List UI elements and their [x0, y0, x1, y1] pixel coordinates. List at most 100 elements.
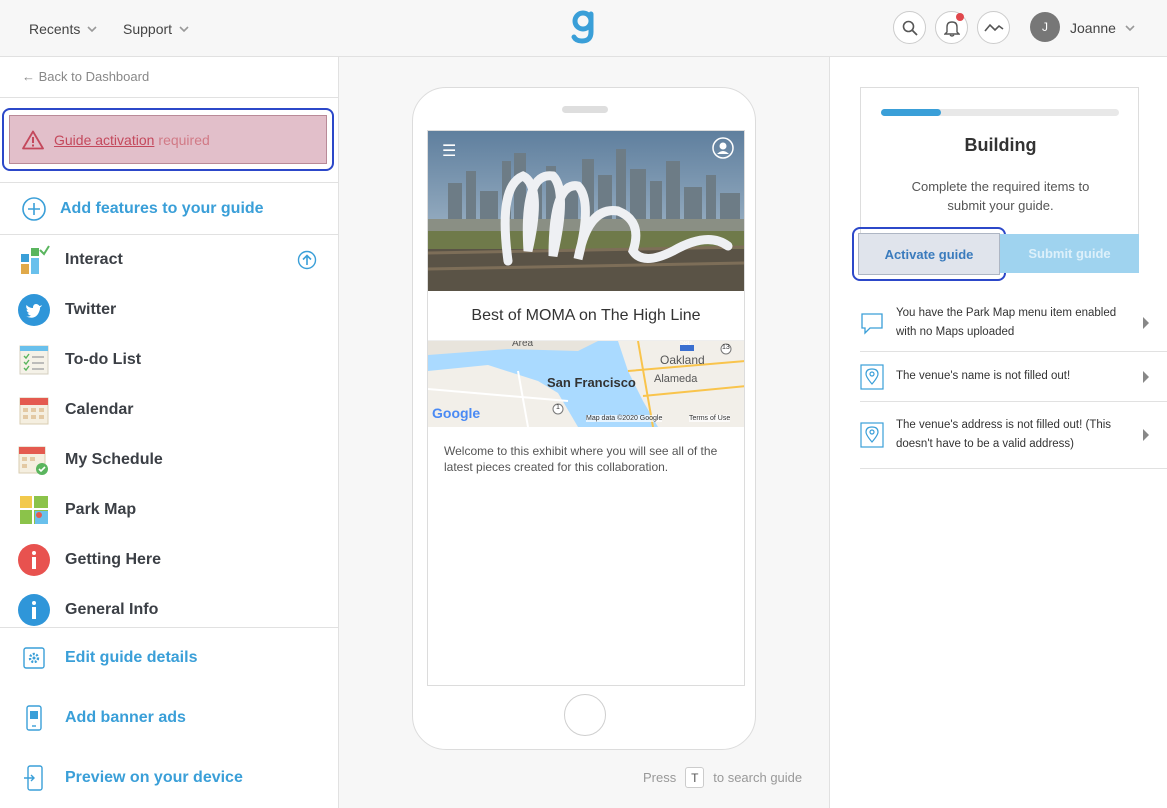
recents-menu[interactable]: Recents [29, 0, 97, 57]
notifications-button[interactable] [935, 11, 968, 44]
feature-label: To-do List [65, 351, 142, 368]
chevron-right-icon [1143, 429, 1149, 441]
chevron-down-icon [1125, 24, 1135, 31]
map-attribution: Map data ©2020 Google [586, 415, 663, 422]
todo-list-icon [18, 344, 50, 376]
issue-item-venue-name[interactable]: The venue's name is not filled out! [860, 352, 1167, 402]
chevron-right-icon [1143, 370, 1149, 383]
bottom-link-label: Add banner ads [65, 709, 186, 726]
feature-item-twitter[interactable]: Twitter [0, 285, 338, 335]
add-banner-ads-link[interactable]: Add banner ads [0, 688, 338, 748]
map-pin-icon [860, 363, 884, 390]
phone-icon [26, 705, 42, 731]
feature-item-todo-list[interactable]: To-do List [0, 335, 338, 385]
map-label-area: Area [512, 341, 534, 349]
preview-area: ☰ Best of MOMA on The High Line Area Oak… [339, 57, 830, 808]
user-menu[interactable]: Joanne [1070, 0, 1135, 55]
gear-icon [23, 647, 45, 669]
interact-icon [18, 244, 50, 276]
status-title: Building [964, 135, 1037, 155]
hamburger-menu-icon[interactable]: ☰ [442, 141, 456, 161]
activation-alert: Guide activation required [2, 108, 334, 171]
map-label-oakland: Oakland [660, 353, 705, 367]
feature-item-calendar[interactable]: Calendar [0, 385, 338, 435]
phone-speaker [562, 106, 608, 113]
guide-activation-link[interactable]: Guide activation [54, 132, 154, 148]
activity-button[interactable] [977, 11, 1010, 44]
phone-screen: ☰ Best of MOMA on The High Line Area Oak… [427, 130, 745, 686]
feature-list: Interact Twitter To-do List Calendar My … [0, 235, 338, 635]
phone-home-button [564, 694, 606, 736]
chevron-down-icon [179, 25, 189, 32]
warning-icon [22, 130, 44, 149]
recents-label: Recents [29, 20, 81, 37]
map-label-san-francisco: San Francisco [547, 375, 636, 390]
feature-label: Getting Here [65, 551, 162, 568]
support-menu[interactable]: Support [123, 0, 189, 57]
info-red-icon [18, 544, 50, 576]
guide-actions: Edit guide details Add banner ads Previe… [0, 628, 338, 808]
activate-guide-button[interactable]: Activate guide [858, 233, 1000, 275]
username-label: Joanne [1070, 19, 1116, 36]
feature-label: General Info [65, 601, 159, 618]
google-logo: Google [432, 405, 481, 421]
submit-guide-button[interactable]: Submit guide [1000, 234, 1139, 273]
hint-press: Press [643, 770, 677, 785]
map-label-highway-580: 580 [680, 341, 692, 347]
arrow-up-circle-icon[interactable] [297, 250, 317, 270]
map-label-alameda: Alameda [654, 373, 698, 385]
map-terms-link[interactable]: Terms of Use [689, 415, 731, 422]
issue-text: The venue's name is not filled out! [896, 370, 1071, 382]
keyboard-shortcut-key: T [685, 767, 705, 788]
bottom-link-label: Preview on your device [65, 769, 243, 786]
map-view[interactable]: Area Oakland Alameda San Francisco 580 1… [428, 341, 744, 427]
progress-bar [881, 109, 1119, 116]
search-button[interactable] [893, 11, 926, 44]
user-profile-icon[interactable] [712, 137, 734, 159]
hero-photo [428, 131, 744, 291]
bottom-link-label: Edit guide details [65, 649, 198, 666]
app-logo-icon[interactable] [571, 10, 597, 44]
hint-rest: to search guide [713, 770, 803, 785]
issue-item-venue-address[interactable]: The venue's address is not filled out! (… [860, 402, 1167, 469]
issue-item-park-map[interactable]: You have the Park Map menu item enabled … [860, 294, 1167, 352]
sidebar: ← Back to Dashboard Guide activation req… [0, 57, 339, 808]
feature-item-interact[interactable]: Interact [0, 235, 338, 285]
search-hint: Press T to search guide [643, 767, 802, 788]
bell-icon [943, 20, 960, 37]
alert-text: required [158, 131, 210, 148]
map-pin-icon [860, 422, 884, 448]
hero-image: ☰ [428, 131, 744, 291]
feature-label: Park Map [65, 501, 137, 518]
map-icon [18, 494, 50, 526]
map-label-highway-1: 1 [556, 404, 560, 411]
feature-label: Interact [65, 251, 123, 268]
activate-guide-focus: Activate guide [852, 227, 1006, 281]
feature-item-my-schedule[interactable]: My Schedule [0, 435, 338, 485]
feature-item-park-map[interactable]: Park Map [0, 485, 338, 535]
divider [0, 97, 338, 98]
activity-icon [983, 23, 1003, 32]
schedule-icon [18, 444, 50, 476]
chevron-down-icon [87, 25, 97, 32]
feature-label: Twitter [65, 301, 117, 318]
avatar[interactable]: J [1030, 12, 1060, 42]
preview-on-device-link[interactable]: Preview on your device [0, 748, 338, 808]
add-features-button[interactable]: Add features to your guide [0, 184, 338, 234]
feature-label: My Schedule [65, 451, 163, 468]
info-blue-icon [18, 594, 50, 626]
top-bar: Recents Support J Joanne [0, 0, 1167, 57]
phone-preview: ☰ Best of MOMA on The High Line Area Oak… [412, 87, 756, 750]
issue-text: The venue's address is not filled out! (… [896, 419, 1112, 450]
add-features-label: Add features to your guide [60, 200, 264, 217]
back-to-dashboard-link[interactable]: ← Back to Dashboard [22, 69, 149, 84]
twitter-icon [18, 294, 50, 326]
chat-bubble-icon [861, 312, 883, 335]
guide-description: Welcome to this exhibit where you will s… [444, 444, 718, 474]
edit-guide-details-link[interactable]: Edit guide details [0, 628, 338, 688]
feature-label: Calendar [65, 401, 134, 418]
status-subtitle: Complete the required items to submit yo… [911, 179, 1090, 213]
calendar-icon [18, 394, 50, 426]
feature-item-getting-here[interactable]: Getting Here [0, 535, 338, 585]
plus-circle-icon [22, 197, 46, 221]
